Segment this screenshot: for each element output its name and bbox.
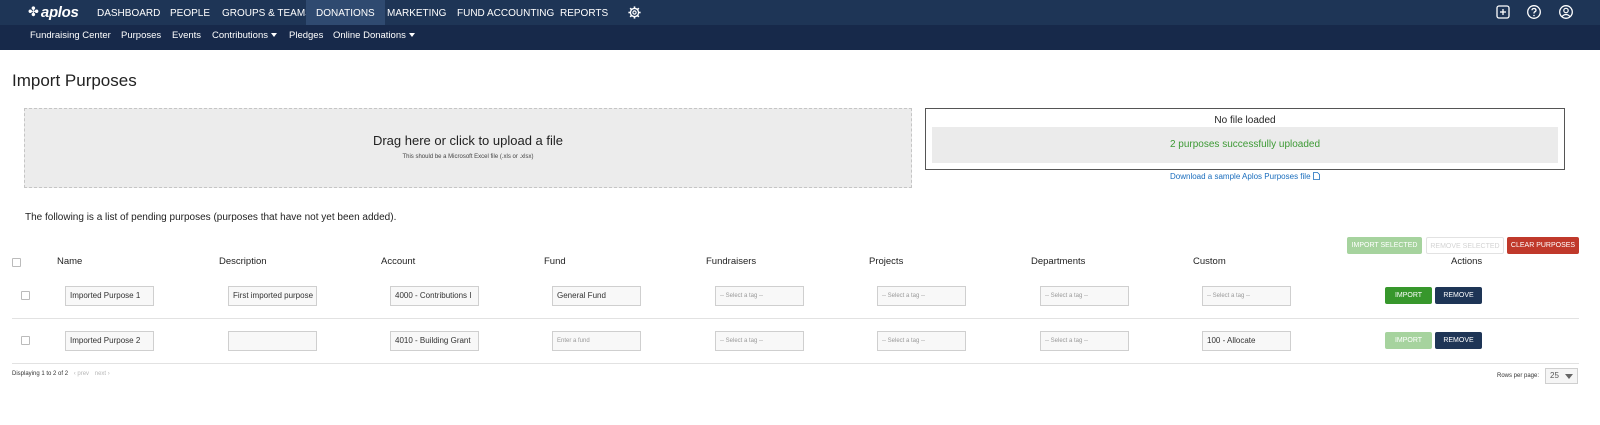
- column-header-fund: Fund: [544, 256, 566, 267]
- status-message: 2 purposes successfully uploaded: [932, 127, 1558, 163]
- column-header-actions: Actions: [1451, 256, 1483, 267]
- fund-input[interactable]: General Fund: [552, 286, 641, 306]
- subnav-online-donations-label: Online Donations: [333, 30, 406, 41]
- column-header-account: Account: [381, 256, 416, 267]
- column-header-departments: Departments: [1031, 256, 1086, 267]
- logo-icon: ✤: [28, 5, 39, 20]
- nav-reports[interactable]: REPORTS: [560, 0, 608, 25]
- column-header-fundraisers: Fundraisers: [706, 256, 757, 267]
- sample-file-link[interactable]: Download a sample Aplos Purposes file: [1170, 172, 1320, 181]
- row-checkbox[interactable]: [21, 291, 30, 300]
- rows-per-page-value: 25: [1550, 371, 1559, 380]
- nav-people[interactable]: PEOPLE: [170, 0, 210, 25]
- column-header-description: Description: [219, 256, 267, 267]
- purpose-name-input[interactable]: Imported Purpose 1: [65, 286, 154, 306]
- chevron-down-icon: [270, 33, 277, 38]
- select-all-checkbox[interactable]: [12, 258, 21, 267]
- prev-page-link[interactable]: ‹ prev: [74, 371, 89, 377]
- clear-purposes-button[interactable]: CLEAR PURPOSES: [1507, 237, 1579, 254]
- subnav-contributions[interactable]: Contributions: [212, 25, 277, 50]
- pending-description: The following is a list of pending purpo…: [25, 212, 397, 223]
- status-title: No file loaded: [1214, 115, 1276, 126]
- rows-per-page-label: Rows per page:: [1497, 373, 1540, 379]
- sub-nav: Fundraising Center Purposes Events Contr…: [0, 25, 1600, 50]
- add-icon[interactable]: [1495, 4, 1511, 20]
- departments-tag-select[interactable]: -- Select a tag --: [1040, 331, 1129, 351]
- remove-selected-button[interactable]: REMOVE SELECTED: [1426, 237, 1504, 254]
- logo-text: aplos: [40, 4, 79, 21]
- import-button[interactable]: IMPORT: [1385, 287, 1432, 304]
- aplos-logo[interactable]: ✤ aplos: [28, 4, 79, 21]
- page-title: Import Purposes: [12, 71, 137, 90]
- chevron-down-icon: [1565, 374, 1573, 379]
- file-dropzone[interactable]: Drag here or click to upload a file This…: [24, 108, 912, 188]
- purpose-name-input[interactable]: Imported Purpose 2: [65, 331, 154, 351]
- rows-per-page-select[interactable]: 25: [1545, 368, 1578, 384]
- top-nav: ✤ aplos DASHBOARD PEOPLE GROUPS & TEAMS …: [0, 0, 1600, 25]
- displaying-count: Displaying 1 to 2 of 2: [12, 371, 69, 377]
- nav-donations[interactable]: DONATIONS: [306, 0, 385, 25]
- row-divider: [12, 318, 1579, 319]
- import-button[interactable]: IMPORT: [1385, 332, 1432, 349]
- description-input[interactable]: First imported purpose: [228, 286, 317, 306]
- account-select[interactable]: 4000 - Contributions I: [390, 286, 479, 306]
- help-icon[interactable]: [1526, 4, 1542, 20]
- account-select[interactable]: 4010 - Building Grant: [390, 331, 479, 351]
- chevron-down-icon: [408, 33, 415, 38]
- remove-button[interactable]: REMOVE: [1435, 287, 1482, 304]
- nav-fund-accounting[interactable]: FUND ACCOUNTING: [457, 0, 554, 25]
- subnav-events[interactable]: Events: [172, 25, 201, 50]
- dropzone-subtitle: This should be a Microsoft Excel file (.…: [402, 154, 534, 160]
- dropzone-title: Drag here or click to upload a file: [372, 133, 564, 148]
- fund-input[interactable]: Enter a fund: [552, 331, 641, 351]
- fundraisers-tag-select[interactable]: -- Select a tag --: [715, 286, 804, 306]
- departments-tag-select[interactable]: -- Select a tag --: [1040, 286, 1129, 306]
- projects-tag-select[interactable]: -- Select a tag --: [877, 331, 966, 351]
- custom-tag-select[interactable]: 100 - Allocate: [1202, 331, 1291, 351]
- upload-status-panel: No file loaded 2 purposes successfully u…: [925, 108, 1565, 170]
- sample-file-link-label: Download a sample Aplos Purposes file: [1170, 172, 1311, 181]
- subnav-contributions-label: Contributions: [212, 30, 268, 41]
- subnav-pledges[interactable]: Pledges: [289, 25, 323, 50]
- user-icon[interactable]: [1558, 4, 1574, 20]
- remove-button[interactable]: REMOVE: [1435, 332, 1482, 349]
- gear-icon[interactable]: [628, 6, 641, 19]
- nav-marketing[interactable]: MARKETING: [387, 0, 446, 25]
- pagination-info: Displaying 1 to 2 of 2 ‹ prev next ›: [12, 371, 110, 377]
- nav-groups-teams[interactable]: GROUPS & TEAMS: [222, 0, 312, 25]
- subnav-fundraising-center[interactable]: Fundraising Center: [30, 25, 111, 50]
- subnav-online-donations[interactable]: Online Donations: [333, 25, 415, 50]
- custom-tag-select[interactable]: -- Select a tag --: [1202, 286, 1291, 306]
- nav-dashboard[interactable]: DASHBOARD: [97, 0, 160, 25]
- column-header-custom: Custom: [1193, 256, 1226, 267]
- file-icon: [1312, 172, 1320, 180]
- fundraisers-tag-select[interactable]: -- Select a tag --: [715, 331, 804, 351]
- column-header-name: Name: [57, 256, 83, 267]
- next-page-link[interactable]: next ›: [95, 371, 110, 377]
- row-checkbox[interactable]: [21, 336, 30, 345]
- import-selected-button[interactable]: IMPORT SELECTED: [1347, 237, 1422, 254]
- subnav-purposes[interactable]: Purposes: [121, 25, 161, 50]
- description-input[interactable]: [228, 331, 317, 351]
- column-header-projects: Projects: [869, 256, 904, 267]
- row-divider: [12, 363, 1579, 364]
- projects-tag-select[interactable]: -- Select a tag --: [877, 286, 966, 306]
